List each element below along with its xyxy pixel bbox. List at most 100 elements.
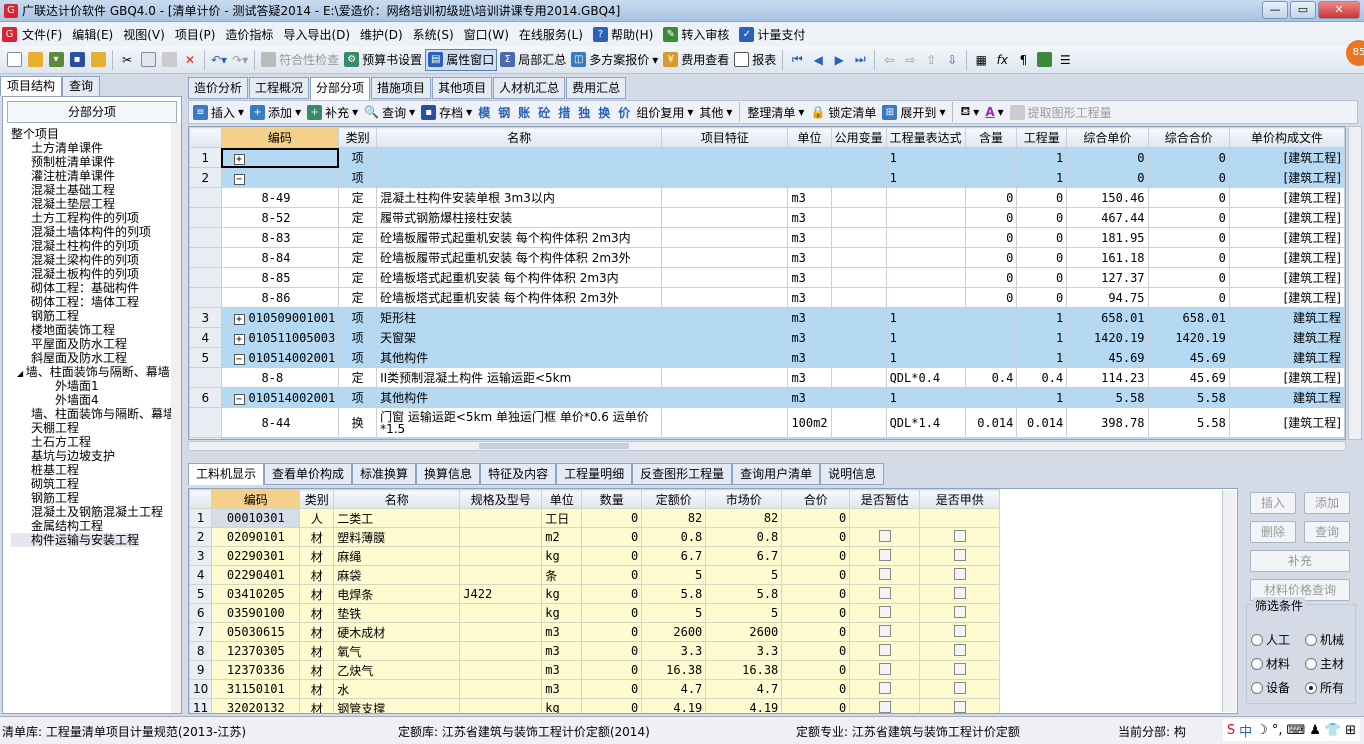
tree-node[interactable]: 平屋面及防水工程 [11, 337, 181, 351]
cell-base-price[interactable]: 6.7 [641, 546, 707, 566]
col-quantity[interactable]: 工程量 [1016, 127, 1068, 148]
row-number[interactable]: 5 [189, 584, 213, 604]
query-material-button[interactable]: 查询 [1304, 521, 1350, 543]
cell-unit-price[interactable]: 658.01 [1066, 307, 1149, 328]
maximize-button[interactable]: ▭ [1290, 1, 1316, 19]
menu-import-export[interactable]: 导入导出(D) [278, 26, 355, 43]
table-row[interactable]: 6−010514002001 项其他构件 m3 1 1 5.58 5.58 建筑工程 [189, 387, 1345, 408]
delete-button[interactable]: ✕ [180, 49, 200, 71]
cell-type[interactable]: 材 [299, 641, 335, 661]
collapse-icon[interactable]: − [233, 353, 245, 365]
cell-base-price[interactable]: 5 [641, 565, 707, 585]
radio-material[interactable] [1251, 657, 1263, 670]
cell-feature[interactable] [661, 247, 789, 268]
first-button[interactable]: ⏮ [787, 49, 807, 71]
cell-expr[interactable]: 1 [885, 147, 966, 168]
tab-items[interactable]: 分部分项 [310, 77, 371, 100]
checkbox[interactable] [878, 529, 891, 542]
cell-total[interactable]: 0 [781, 584, 851, 604]
cell-name[interactable]: II类预制混凝土构件 运输运距<5km [376, 367, 663, 388]
cell-public-var[interactable] [830, 207, 887, 228]
extract-quantity-button[interactable]: 提取图形工程量 [1008, 101, 1114, 123]
cell-total[interactable]: 0 [781, 641, 851, 661]
cell-quantity[interactable]: 0 [581, 527, 643, 547]
expand-to-button[interactable]: ⊞ 展开到 ▾ [880, 101, 947, 123]
ime-punct-icon[interactable]: °, [1272, 723, 1283, 738]
tree-node[interactable]: 外墙面4 [11, 393, 181, 407]
steel-icon[interactable]: 钢 [498, 104, 510, 121]
row-number[interactable] [189, 247, 222, 268]
cell-file[interactable]: [建筑工程] [1228, 367, 1345, 388]
cell-file[interactable]: [建筑工程] [1228, 267, 1345, 288]
cell-name[interactable]: 电焊条 [333, 584, 461, 604]
cell-total[interactable]: 1420.19 [1147, 327, 1230, 348]
ime-grid-icon[interactable]: ⊞ [1345, 723, 1356, 738]
cell-market-price[interactable]: 3.3 [705, 641, 783, 661]
cell-quantity[interactable]: 0.014 [1016, 407, 1068, 438]
cell-code[interactable]: 8-83 [220, 227, 340, 248]
col2-type[interactable]: 类别 [299, 489, 335, 509]
cell-type[interactable]: 项 [338, 347, 378, 368]
checkbox[interactable] [878, 700, 891, 713]
insert-button[interactable]: ≡ 插入 ▾ [191, 101, 246, 123]
cell-expr[interactable]: 1 [885, 167, 966, 188]
menu-help[interactable]: ? 帮助(H) [588, 26, 658, 43]
cell-market-price[interactable]: 5 [705, 565, 783, 585]
cell-spec[interactable] [459, 622, 543, 642]
cell-code[interactable]: 03410205 [211, 584, 301, 604]
cell-base-price[interactable]: 0.8 [641, 527, 707, 547]
cell-content[interactable]: 0 [964, 207, 1018, 228]
minimize-button[interactable]: — [1262, 1, 1288, 19]
radio-labor[interactable] [1251, 633, 1263, 646]
checkbox[interactable] [878, 548, 891, 561]
archive-button[interactable]: ▪ 存档 ▾ [419, 101, 474, 123]
cell-total[interactable]: 0 [1147, 207, 1230, 228]
checkbox[interactable] [878, 662, 891, 675]
tab-project-structure[interactable]: 项目结构 [0, 76, 63, 96]
tree-node[interactable]: 砌筑工程 [11, 477, 181, 491]
measure-icon[interactable]: 措 [558, 104, 570, 121]
cell-base-price[interactable]: 3.3 [641, 641, 707, 661]
cell-base-price[interactable]: 82 [641, 508, 707, 528]
row-number[interactable]: 5 [189, 347, 222, 368]
expand-icon[interactable]: + [233, 313, 245, 325]
col2-market-price[interactable]: 市场价 [705, 489, 783, 509]
row-number[interactable]: 3 [189, 546, 213, 566]
table-row[interactable]: 2 02090101 材塑料薄膜 m2 0 0.8 0.8 0 [189, 527, 1001, 547]
filter-machine[interactable]: 机械 [1305, 631, 1344, 648]
tab-quantity-detail[interactable]: 工程量明细 [556, 463, 633, 485]
filter-labor[interactable]: 人工 [1251, 631, 1290, 648]
cell-code[interactable]: 12370336 [211, 660, 301, 680]
next-button[interactable]: ▶ [829, 49, 849, 71]
cell-feature[interactable] [661, 187, 789, 208]
cell-type[interactable]: 定 [338, 287, 378, 308]
cell-code[interactable]: 12370305 [211, 641, 301, 661]
cell-name[interactable]: 麻绳 [333, 546, 461, 566]
cell-public-var[interactable] [830, 347, 887, 368]
cell-provisional[interactable] [849, 698, 921, 713]
save-as-button[interactable] [88, 49, 108, 71]
tree-node[interactable]: 整个项目 [11, 127, 181, 141]
cell-type[interactable]: 定 [338, 367, 378, 388]
col2-code[interactable]: 编码 [211, 489, 301, 509]
cell-quantity[interactable]: 0 [581, 546, 643, 566]
cell-content[interactable] [964, 437, 1018, 439]
cell-quantity[interactable]: 0 [1016, 187, 1068, 208]
cell-unit[interactable]: m3 [541, 641, 583, 661]
cell-provisional[interactable] [849, 584, 921, 604]
cell-total[interactable]: 0 [781, 565, 851, 585]
cell-expr[interactable] [885, 227, 966, 248]
cell-owner-supply[interactable] [919, 508, 1001, 528]
cell-feature[interactable] [661, 167, 789, 188]
cell-feature[interactable] [661, 347, 789, 368]
cell-unit[interactable]: m3 [541, 679, 583, 699]
cell-public-var[interactable] [830, 327, 887, 348]
cell-owner-supply[interactable] [919, 546, 1001, 566]
checkbox[interactable] [953, 643, 966, 656]
mold-icon[interactable]: 模 [478, 104, 490, 121]
cell-unit[interactable]: m3 [787, 267, 832, 288]
cell-type[interactable]: 定 [338, 227, 378, 248]
table-row[interactable]: 9 12370336 材乙炔气 m3 0 16.38 16.38 0 [189, 660, 1001, 680]
radio-main-material[interactable] [1305, 657, 1317, 670]
cell-quantity[interactable]: 0 [581, 584, 643, 604]
